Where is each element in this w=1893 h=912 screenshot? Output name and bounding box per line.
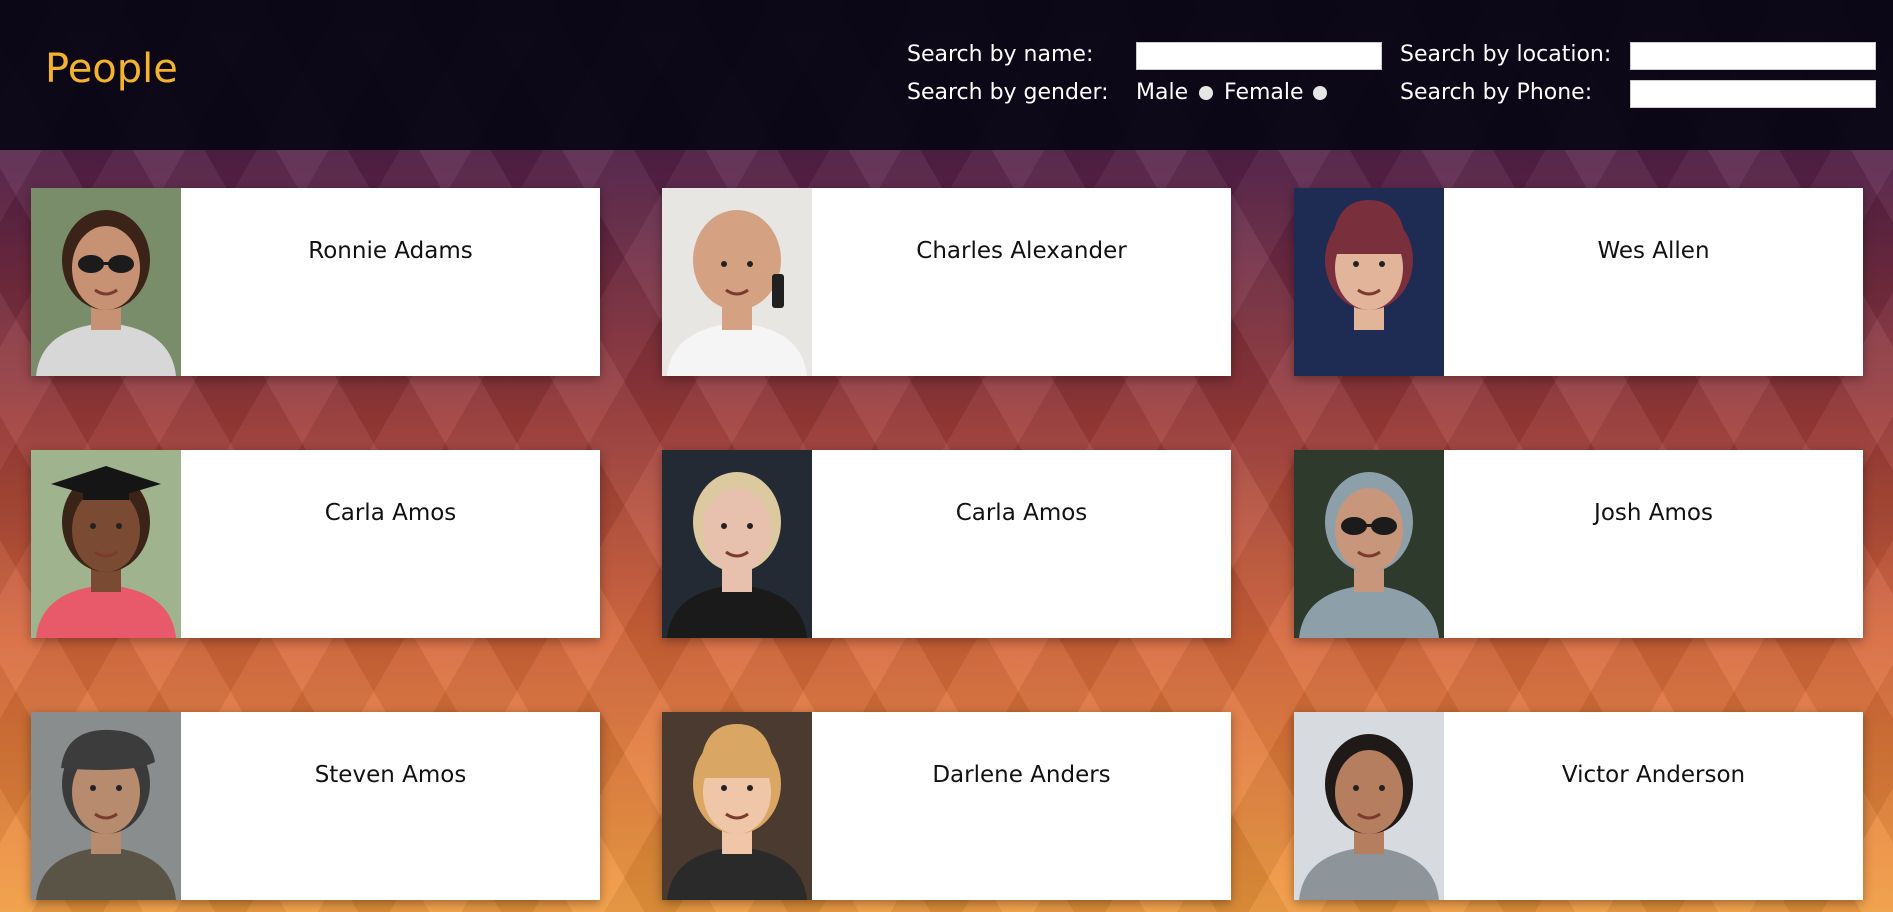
portrait-illustration — [31, 188, 181, 376]
search-phone-label: Search by Phone: — [1400, 80, 1593, 105]
portrait-illustration — [31, 450, 181, 638]
person-photo — [31, 450, 181, 638]
search-name-input[interactable] — [1136, 42, 1382, 70]
person-photo — [1294, 712, 1444, 900]
portrait-illustration — [1294, 188, 1444, 376]
person-card[interactable]: Darlene Anders — [662, 712, 1231, 900]
person-name: Ronnie Adams — [308, 238, 473, 264]
portrait-illustration — [31, 712, 181, 900]
person-card[interactable]: Carla Amos — [31, 450, 600, 638]
person-photo — [31, 188, 181, 376]
person-photo — [1294, 188, 1444, 376]
portrait-illustration — [662, 188, 812, 376]
portrait-illustration — [1294, 450, 1444, 638]
person-photo — [31, 712, 181, 900]
gender-female-label: Female — [1224, 80, 1304, 105]
portrait-illustration — [662, 712, 812, 900]
search-name-label: Search by name: — [907, 42, 1094, 67]
person-name: Josh Amos — [1594, 500, 1713, 526]
person-photo — [1294, 450, 1444, 638]
phone-icon — [772, 274, 784, 308]
person-name: Charles Alexander — [916, 238, 1127, 264]
person-card[interactable]: Steven Amos — [31, 712, 600, 900]
search-location-label: Search by location: — [1400, 42, 1612, 67]
portrait-illustration — [1294, 712, 1444, 900]
search-phone-input[interactable] — [1630, 80, 1876, 108]
person-card[interactable]: Charles Alexander — [662, 188, 1231, 376]
person-name: Darlene Anders — [932, 762, 1111, 788]
gender-male-radio[interactable] — [1199, 86, 1213, 100]
person-photo — [662, 188, 812, 376]
person-card[interactable]: Ronnie Adams — [31, 188, 600, 376]
person-photo — [662, 450, 812, 638]
person-name: Carla Amos — [324, 500, 457, 526]
person-card[interactable]: Victor Anderson — [1294, 712, 1863, 900]
person-card[interactable]: Wes Allen — [1294, 188, 1863, 376]
page-title: People — [45, 46, 178, 92]
person-name: Victor Anderson — [1561, 762, 1746, 788]
person-card[interactable]: Josh Amos — [1294, 450, 1863, 638]
search-gender-label: Search by gender: — [907, 80, 1109, 105]
person-photo — [662, 712, 812, 900]
person-name: Wes Allen — [1597, 238, 1710, 264]
app-header: People Search by name: Search by locatio… — [0, 0, 1893, 150]
gender-female-radio[interactable] — [1313, 86, 1327, 100]
portrait-illustration — [662, 450, 812, 638]
search-location-input[interactable] — [1630, 42, 1876, 70]
gender-male-label: Male — [1136, 80, 1189, 105]
person-card[interactable]: Carla Amos — [662, 450, 1231, 638]
person-name: Carla Amos — [955, 500, 1088, 526]
person-name: Steven Amos — [314, 762, 467, 788]
